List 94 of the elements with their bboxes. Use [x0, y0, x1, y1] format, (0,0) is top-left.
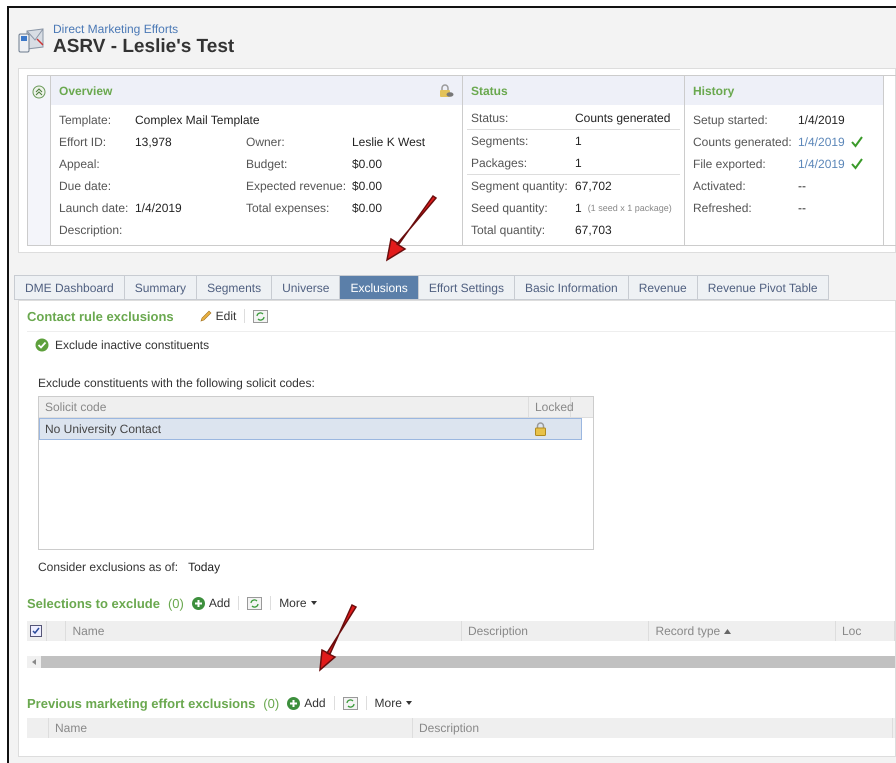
- section-title: Contact rule exclusions: [27, 308, 174, 324]
- field-label: Refreshed:: [693, 200, 753, 217]
- field-label: Seed quantity:: [471, 200, 549, 217]
- field-label: Expected revenue:: [246, 178, 348, 195]
- field-value: --: [798, 200, 806, 217]
- scroll-left-icon[interactable]: [32, 659, 36, 665]
- more-menu-button[interactable]: More: [279, 596, 317, 610]
- field-label: Appeal:: [59, 156, 101, 173]
- tab[interactable]: Revenue Pivot Table: [698, 275, 829, 300]
- page-title: ASRV - Leslie's Test: [53, 36, 234, 58]
- rule-label: Exclude inactive constituents: [55, 338, 210, 352]
- item-count: (0): [168, 596, 184, 610]
- field-label: Total expenses:: [246, 200, 330, 217]
- field-value: Counts generated: [575, 110, 670, 127]
- field-label: Owner:: [246, 134, 286, 151]
- tab[interactable]: Basic Information: [514, 275, 629, 300]
- tab[interactable]: Segments: [197, 275, 272, 300]
- refresh-icon[interactable]: [342, 696, 358, 710]
- field-value: Leslie K West: [352, 134, 426, 151]
- edit-button[interactable]: Edit: [200, 309, 236, 323]
- field-label: Segment quantity:: [471, 178, 569, 195]
- field-value: Complex Mail Template: [135, 112, 260, 129]
- checkmark-icon: [850, 136, 863, 148]
- field-label: Setup started:: [693, 112, 769, 129]
- checkmark-icon: [850, 158, 863, 170]
- horizontal-scrollbar[interactable]: [27, 656, 895, 668]
- collapse-icon[interactable]: [32, 85, 46, 99]
- item-count: (0): [263, 696, 280, 710]
- section-title: Previous marketing effort exclusions: [27, 696, 256, 710]
- column-header: Solicit code: [39, 397, 529, 417]
- field-value: 1/4/2019: [798, 112, 845, 129]
- column-header[interactable]: Name: [72, 624, 104, 638]
- column-header[interactable]: Description: [419, 721, 480, 735]
- tab[interactable]: Universe: [272, 275, 340, 300]
- field-value: 1/4/2019: [135, 200, 182, 217]
- field-value: 1: [575, 155, 582, 172]
- field-value: 67,702: [575, 178, 612, 195]
- checkbox[interactable]: [30, 625, 42, 637]
- column-header[interactable]: Name: [55, 721, 88, 735]
- field-value: 13,978: [135, 134, 172, 151]
- field-note: (1 seed x 1 package): [588, 202, 672, 215]
- panel-title: Status: [471, 84, 508, 98]
- field-label: Counts generated:: [693, 134, 793, 151]
- field-label: Consider exclusions as of:: [38, 560, 178, 574]
- plus-circle-icon: [287, 696, 300, 710]
- breadcrumb-link[interactable]: Direct Marketing Efforts: [53, 22, 234, 36]
- tab[interactable]: Summary: [124, 275, 198, 300]
- field-value: 1: [575, 133, 582, 150]
- field-value: $0.00: [352, 156, 382, 173]
- refresh-icon[interactable]: [253, 310, 268, 322]
- field-label: Packages:: [471, 155, 528, 172]
- column-header: Locked: [529, 397, 571, 417]
- field-label: Description:: [59, 222, 124, 239]
- field-value: Today: [188, 560, 220, 574]
- add-button[interactable]: Add: [192, 596, 230, 610]
- lock-icon[interactable]: [439, 84, 454, 98]
- table-cell: No University Contact: [45, 422, 162, 436]
- tab[interactable]: Effort Settings: [418, 275, 515, 300]
- field-label: Budget:: [246, 156, 288, 173]
- caret-icon: [310, 601, 317, 605]
- field-value: 1/4/2019: [798, 134, 845, 151]
- tab[interactable]: DME Dashboard: [14, 275, 125, 300]
- column-header[interactable]: Loc: [842, 624, 862, 638]
- field-value: 1: [575, 200, 582, 217]
- column-header[interactable]: Record type: [655, 624, 732, 638]
- field-value: 1/4/2019: [798, 156, 845, 173]
- field-value: 67,703: [575, 222, 612, 239]
- grid-row[interactable]: No University Contact: [39, 418, 582, 440]
- pencil-icon: [200, 310, 212, 322]
- caret-icon: [406, 701, 412, 705]
- plus-circle-icon: [192, 596, 205, 610]
- panel-title: Overview: [59, 84, 112, 98]
- column-header[interactable]: Description: [468, 624, 528, 638]
- tab[interactable]: Exclusions: [340, 275, 419, 300]
- more-menu-button[interactable]: More: [374, 696, 412, 710]
- field-label: Template:: [59, 112, 112, 129]
- field-label: Activated:: [693, 178, 747, 195]
- section-title: Selections to exclude: [27, 596, 160, 610]
- field-label: Segments:: [471, 133, 530, 150]
- field-value: --: [798, 178, 806, 195]
- tab[interactable]: Revenue: [628, 275, 698, 300]
- field-label: Launch date:: [59, 200, 130, 217]
- grid-caption: Exclude constituents with the following solicit codes:: [38, 376, 315, 390]
- field-value: $0.00: [352, 200, 382, 217]
- refresh-icon[interactable]: [247, 596, 262, 610]
- field-value: $0.00: [352, 178, 382, 195]
- add-button[interactable]: Add: [287, 696, 326, 710]
- field-label: File exported:: [693, 156, 767, 173]
- field-label: Effort ID:: [59, 134, 108, 151]
- sort-ascending-icon: [724, 628, 732, 634]
- panel-title: History: [693, 84, 734, 98]
- field-label: Total quantity:: [471, 222, 546, 239]
- field-label: Due date:: [59, 178, 112, 195]
- field-label: Status:: [471, 110, 510, 127]
